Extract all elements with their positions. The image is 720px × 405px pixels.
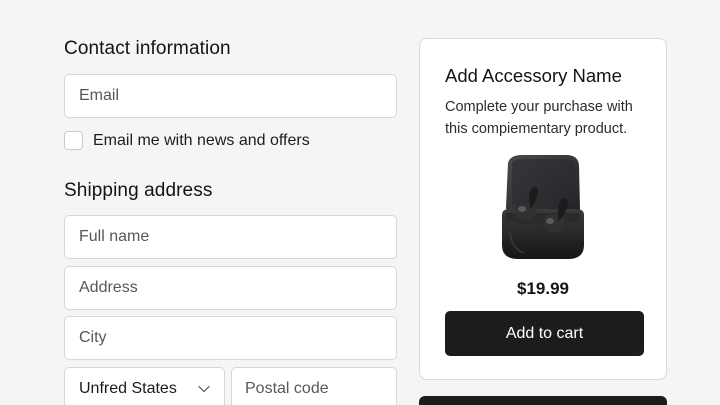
postal-code-field[interactable] (231, 367, 397, 405)
city-input[interactable] (79, 329, 382, 347)
add-to-cart-button[interactable]: Add to cart (445, 311, 644, 356)
country-select[interactable]: Unfred States (64, 367, 225, 405)
email-input[interactable] (79, 87, 382, 105)
shipping-section-title: Shipping address (64, 180, 213, 201)
earbuds-case-icon (502, 155, 584, 259)
accessory-description: Complete your purchase with this compiem… (445, 99, 633, 137)
newsletter-checkbox[interactable] (64, 131, 83, 150)
address-field[interactable] (64, 266, 397, 310)
full-name-input[interactable] (79, 228, 382, 246)
checkout-page: Contact information Email me with news a… (0, 0, 720, 405)
city-field[interactable] (64, 316, 397, 360)
contact-section-title: Contact information (64, 38, 231, 59)
email-field[interactable] (64, 74, 397, 118)
country-select-value: Unfred States (79, 380, 177, 397)
accessory-card: Add Accessory Name Complete your purchas… (419, 38, 667, 380)
accessory-price: $19.99 (517, 279, 569, 298)
continue-button[interactable] (419, 396, 667, 405)
full-name-field[interactable] (64, 215, 397, 259)
address-input[interactable] (79, 279, 382, 297)
chevron-down-icon (198, 385, 210, 393)
postal-code-input[interactable] (245, 380, 383, 398)
newsletter-option[interactable]: Email me with news and offers (64, 131, 310, 150)
accessory-title: Add Accessory Name (445, 65, 622, 86)
newsletter-label: Email me with news and offers (93, 131, 310, 149)
